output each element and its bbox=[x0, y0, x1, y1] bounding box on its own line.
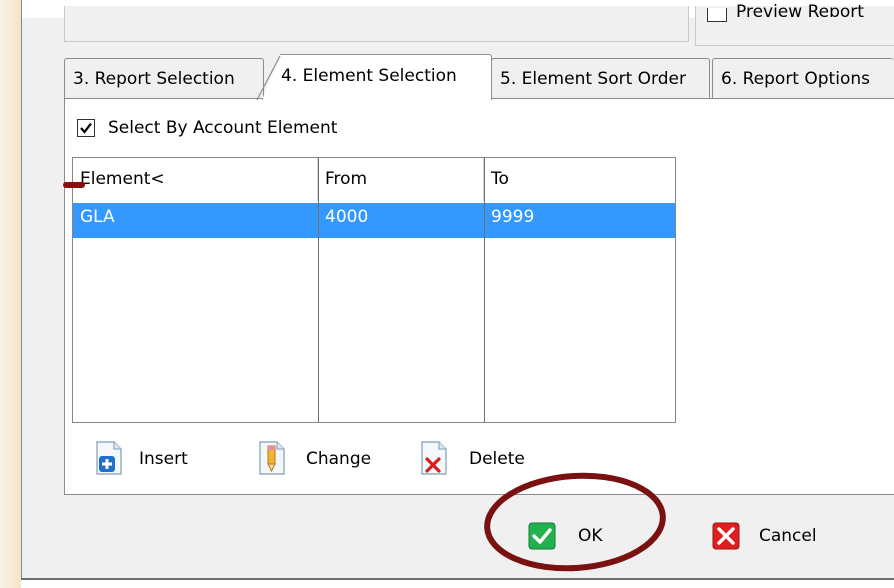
top-group-box bbox=[64, 6, 689, 42]
select-by-account-element-label: Select By Account Element bbox=[108, 118, 338, 138]
tab-slant-edge bbox=[256, 55, 281, 101]
tab-element-selection[interactable]: 4. Element Selection bbox=[262, 54, 492, 100]
tab-report-options[interactable]: 6. Report Options bbox=[712, 58, 894, 98]
change-label: Change bbox=[306, 449, 372, 469]
insert-label: Insert bbox=[139, 449, 188, 469]
change-icon bbox=[259, 441, 285, 475]
column-divider bbox=[484, 158, 485, 422]
element-grid[interactable]: Element< From To GLA 4000 9999 bbox=[72, 157, 676, 423]
cancel-label: Cancel bbox=[759, 526, 817, 546]
cell-element: GLA bbox=[80, 207, 115, 227]
cell-from: 4000 bbox=[325, 207, 369, 227]
select-by-account-element-checkbox[interactable] bbox=[77, 119, 95, 137]
window-bottom-margin bbox=[21, 580, 894, 588]
ok-button[interactable]: OK bbox=[522, 516, 622, 560]
column-header-from[interactable]: From bbox=[318, 158, 484, 201]
tab-label: 4. Element Selection bbox=[281, 66, 457, 86]
tab-report-selection[interactable]: 3. Report Selection bbox=[64, 58, 264, 98]
delete-label: Delete bbox=[469, 449, 525, 469]
tab-label: 3. Report Selection bbox=[73, 69, 235, 89]
delete-button[interactable]: Delete bbox=[419, 440, 544, 480]
table-row[interactable]: GLA 4000 9999 bbox=[73, 203, 675, 238]
column-header-element[interactable]: Element< bbox=[73, 158, 318, 201]
cell-to: 9999 bbox=[491, 207, 535, 227]
close-icon bbox=[712, 522, 740, 550]
delete-icon bbox=[421, 441, 447, 475]
background-window-strip bbox=[0, 0, 22, 588]
tab-element-sort-order[interactable]: 5. Element Sort Order bbox=[491, 58, 710, 98]
tab-label: 5. Element Sort Order bbox=[500, 69, 686, 89]
insert-button[interactable]: Insert bbox=[94, 440, 204, 480]
checkmark-icon bbox=[80, 122, 92, 134]
ok-label: OK bbox=[578, 526, 603, 546]
checkmark-icon bbox=[528, 522, 556, 550]
preview-report-checkbox[interactable] bbox=[707, 8, 727, 22]
cancel-button[interactable]: Cancel bbox=[706, 516, 846, 560]
annotation-mark bbox=[63, 182, 85, 188]
column-header-to[interactable]: To bbox=[484, 158, 675, 201]
preview-report-label: Preview Report bbox=[736, 4, 864, 17]
column-divider bbox=[318, 158, 319, 422]
insert-icon bbox=[96, 441, 122, 475]
tab-label: 6. Report Options bbox=[721, 69, 870, 89]
change-button[interactable]: Change bbox=[257, 440, 397, 480]
